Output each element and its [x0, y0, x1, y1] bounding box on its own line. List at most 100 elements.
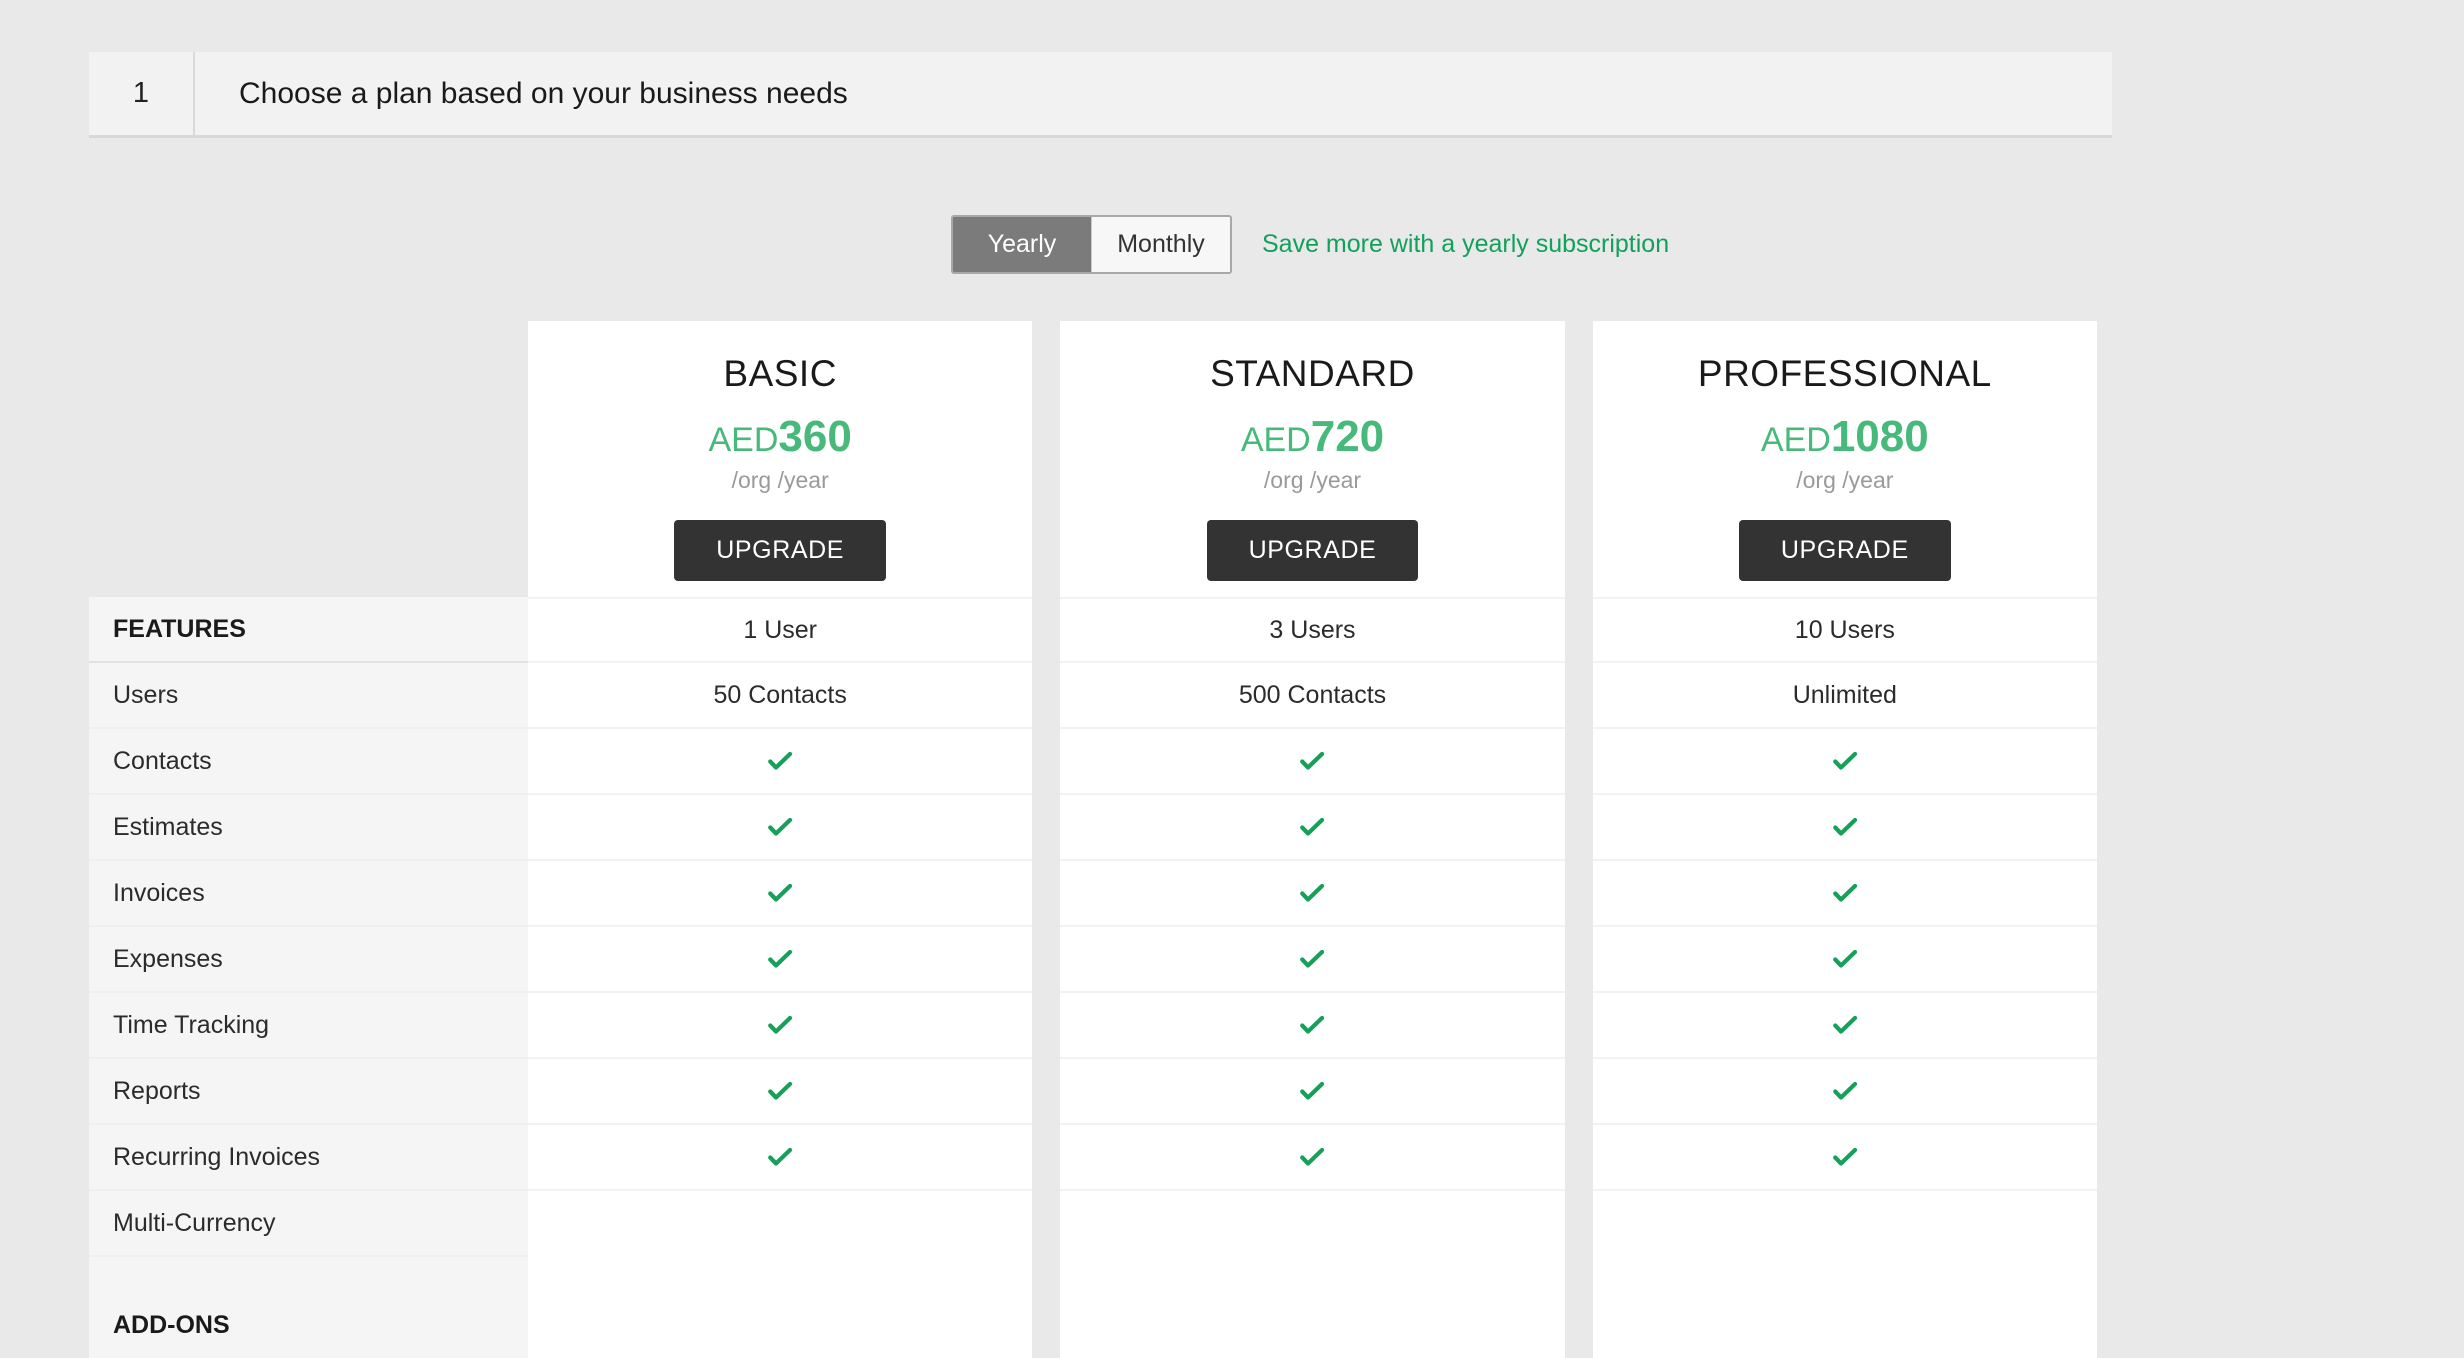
step-number: 1: [89, 52, 195, 135]
plan-cell-basic-estimates: [528, 729, 1033, 795]
plan-cell-basic-recurring-invoices: [528, 1059, 1033, 1125]
plan-cell-professional-reports: [1592, 993, 2097, 1059]
upgrade-button-standard[interactable]: UPGRADE: [1206, 520, 1419, 581]
check-icon: [1300, 1147, 1325, 1166]
plan-cell-standard-estimates: [1060, 729, 1565, 795]
plan-cell-standard-time-tracking: [1060, 927, 1565, 993]
feature-label-users: Users: [89, 663, 528, 729]
plan-cell-standard-users: 3 Users: [1060, 597, 1565, 663]
feature-label-expenses: Expenses: [89, 927, 528, 993]
check-icon: [1300, 1081, 1325, 1100]
check-icon: [1832, 1147, 1857, 1166]
feature-label-recurring-invoices: Recurring Invoices: [89, 1125, 528, 1191]
check-icon: [1300, 1015, 1325, 1034]
plan-addons-pad-standard: [1060, 1229, 1564, 1289]
plan-cell-professional-users: 10 Users: [1592, 597, 2097, 663]
plan-cell-professional-recurring-invoices: [1592, 1059, 2097, 1125]
features-sidebar: FEATURES Users Contacts Estimates Invoic…: [89, 597, 528, 1358]
features-header: FEATURES: [89, 597, 528, 663]
upgrade-button-professional[interactable]: UPGRADE: [1738, 520, 1951, 581]
toggle-option-yearly[interactable]: Yearly: [953, 217, 1091, 272]
plan-addons-pad-basic: [528, 1229, 1032, 1289]
page-title: Choose a plan based on your business nee…: [239, 76, 848, 110]
plan-spacer-basic: [528, 1191, 1032, 1229]
yearly-savings-note: Save more with a yearly subscription: [1262, 230, 1670, 258]
plan-cell-standard-contacts: 500 Contacts: [1060, 663, 1565, 729]
check-icon: [768, 1015, 793, 1034]
billing-period-row: Yearly Monthly Save more with a yearly s…: [951, 215, 1669, 274]
plan-cell-basic-users: 1 User: [528, 597, 1033, 663]
check-icon: [768, 883, 793, 902]
plan-cell-standard-recurring-invoices: [1060, 1059, 1565, 1125]
feature-label-contacts: Contacts: [89, 729, 528, 795]
plan-cell-professional-invoices: [1592, 795, 2097, 861]
feature-label-invoices: Invoices: [89, 861, 528, 927]
billing-period-toggle[interactable]: Yearly Monthly: [951, 215, 1232, 274]
check-icon: [768, 751, 793, 770]
plan-spacer-professional: [1593, 1191, 2097, 1229]
plan-cell-professional-multi-currency: [1592, 1125, 2097, 1191]
plan-currency-professional: AED: [1760, 421, 1831, 459]
check-icon: [1832, 883, 1857, 902]
check-icon: [1300, 949, 1325, 968]
plan-columns: BASIC AED360 /org /year UPGRADE 1 User 5…: [528, 321, 2097, 1358]
plan-addons-pad-professional: [1593, 1229, 2097, 1289]
plan-card-standard: STANDARD AED720 /org /year UPGRADE 3 Use…: [1060, 321, 1565, 1358]
plan-amount-standard: 720: [1310, 412, 1385, 461]
check-icon: [768, 1081, 793, 1100]
plan-cell-standard-invoices: [1060, 795, 1565, 861]
pricing-page: 1 Choose a plan based on your business n…: [0, 0, 2464, 1358]
plan-cell-basic-multi-currency: [528, 1125, 1033, 1191]
plan-amount-basic: 360: [778, 412, 852, 461]
plan-name-basic: BASIC: [723, 353, 837, 394]
check-icon: [768, 949, 793, 968]
plan-card-basic: BASIC AED360 /org /year UPGRADE 1 User 5…: [528, 321, 1033, 1358]
plan-cell-professional-time-tracking: [1592, 927, 2097, 993]
plan-currency-basic: AED: [708, 421, 779, 459]
plan-name-standard: STANDARD: [1210, 353, 1415, 394]
feature-label-multi-currency: Multi-Currency: [89, 1191, 528, 1257]
plan-cell-basic-time-tracking: [528, 927, 1033, 993]
plan-period-professional: /org /year: [1796, 467, 1894, 493]
check-icon: [1300, 751, 1325, 770]
check-icon: [1300, 883, 1325, 902]
check-icon: [1832, 817, 1857, 836]
plan-price-professional: AED1080: [1761, 415, 1929, 459]
plan-cell-basic-contacts: 50 Contacts: [528, 663, 1033, 729]
plan-header-basic: BASIC AED360 /org /year UPGRADE: [528, 321, 1032, 597]
plan-cell-basic-expenses: [528, 861, 1033, 927]
check-icon: [1832, 1015, 1857, 1034]
addons-header: ADD-ONS: [113, 1310, 230, 1339]
plan-currency-standard: AED: [1240, 421, 1311, 459]
upgrade-button-basic[interactable]: UPGRADE: [674, 520, 887, 581]
plan-spacer-standard: [1060, 1191, 1564, 1229]
plan-price-standard: AED720: [1241, 415, 1384, 459]
check-icon: [1300, 817, 1325, 836]
feature-label-time-tracking: Time Tracking: [89, 993, 528, 1059]
check-icon: [1832, 751, 1857, 770]
plan-cell-standard-expenses: [1060, 861, 1565, 927]
plan-cell-professional-contacts: Unlimited: [1592, 663, 2097, 729]
plan-comparison-grid: FEATURES Users Contacts Estimates Invoic…: [89, 321, 2097, 1358]
check-icon: [768, 817, 793, 836]
step-header-bar: 1 Choose a plan based on your business n…: [89, 52, 2112, 138]
plan-cell-standard-reports: [1060, 993, 1565, 1059]
feature-label-reports: Reports: [89, 1059, 528, 1125]
plan-header-standard: STANDARD AED720 /org /year UPGRADE: [1060, 321, 1564, 597]
plan-cell-professional-expenses: [1592, 861, 2097, 927]
plan-card-professional: PROFESSIONAL AED1080 /org /year UPGRADE …: [1592, 321, 2097, 1358]
plan-header-professional: PROFESSIONAL AED1080 /org /year UPGRADE: [1593, 321, 2097, 597]
check-icon: [1832, 1081, 1857, 1100]
plan-cell-basic-reports: [528, 993, 1033, 1059]
plan-amount-professional: 1080: [1830, 412, 1929, 461]
plan-cell-standard-multi-currency: [1060, 1125, 1565, 1191]
plan-name-professional: PROFESSIONAL: [1697, 353, 1992, 394]
plan-period-standard: /org /year: [1263, 467, 1362, 493]
plan-price-basic: AED360: [708, 415, 851, 459]
plan-period-basic: /org /year: [731, 467, 829, 493]
plan-cell-professional-estimates: [1592, 729, 2097, 795]
toggle-option-monthly[interactable]: Monthly: [1091, 217, 1230, 272]
check-icon: [768, 1147, 793, 1166]
check-icon: [1832, 949, 1857, 968]
